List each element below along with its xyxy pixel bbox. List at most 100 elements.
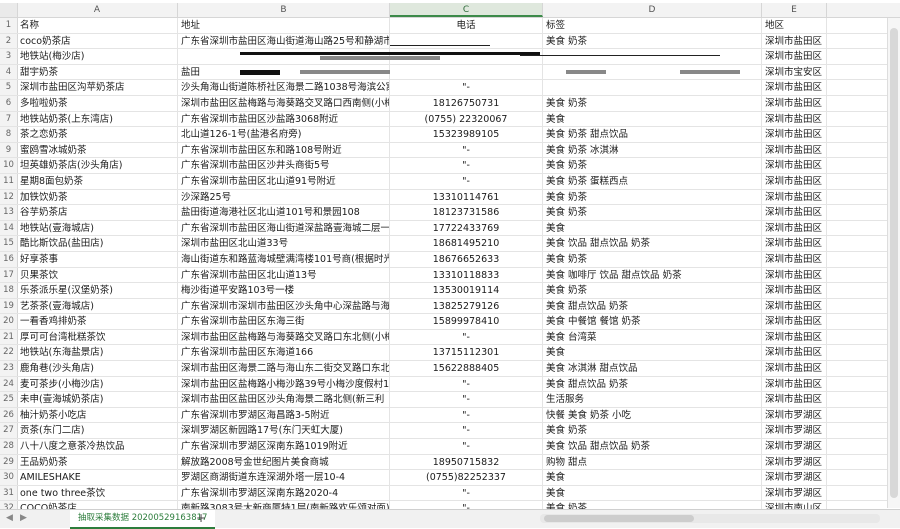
cell-phone[interactable]: 15323989105	[390, 127, 543, 142]
column-header-d[interactable]: D	[543, 3, 762, 17]
cell-name[interactable]: 麦可茶步(小梅沙店)	[17, 376, 178, 392]
cell-name[interactable]: 加铁饮奶茶	[17, 189, 178, 205]
cell-tags[interactable]	[543, 49, 762, 64]
cell-district[interactable]: 深圳市盐田区	[762, 298, 827, 314]
cell-name[interactable]: 深圳市盐田区沟苹奶茶店	[17, 80, 178, 95]
cell-tags[interactable]: 美食 奶茶	[543, 283, 762, 298]
cell-address[interactable]: 广东省深圳市罗湖区深南东路2020-4	[178, 485, 390, 501]
cell-tags[interactable]	[543, 80, 762, 95]
cell-district[interactable]: 地区	[762, 18, 827, 33]
cell-district[interactable]: 深圳市盐田区	[762, 158, 827, 173]
cell-address[interactable]: 广东省深圳市盐田区沙盐路3068附近	[178, 111, 390, 127]
cell-district[interactable]: 深圳市盐田区	[762, 95, 827, 111]
cell-district[interactable]: 深圳市盐田区	[762, 127, 827, 142]
cell-phone[interactable]: 15899978410	[390, 314, 543, 329]
cell-address[interactable]: 广东省深圳市盐田区北山道91号附近	[178, 173, 390, 189]
cell-address[interactable]: 海山街道东和路蓝海城壁满湾楼101号商(根据时光比	[178, 251, 390, 267]
row-number[interactable]: 29	[0, 454, 18, 470]
cell-address[interactable]: 深圳市盐田区盐田区沙头角海景二路北侧(新三利	[178, 392, 390, 407]
cell-name[interactable]: one two three茶饮	[17, 485, 178, 501]
cell-address[interactable]: 广东省深圳市深圳市盐田区沙头角中心深盐路与海山路	[178, 298, 390, 314]
cell-phone[interactable]: 15622888405	[390, 361, 543, 376]
cell-name[interactable]: 王品奶奶茶	[17, 454, 178, 470]
cell-name[interactable]: 乐茶派乐星(汉堡奶茶)	[17, 283, 178, 298]
cell-name[interactable]: 厚可可台湾枇糕茶饮	[17, 329, 178, 345]
cell-address[interactable]: 广东省深圳市盐田区东海道166	[178, 345, 390, 361]
cell-phone[interactable]: "-	[390, 485, 543, 501]
cell-name[interactable]: 一看香鸡排奶茶	[17, 314, 178, 329]
row-number[interactable]: 28	[0, 439, 18, 454]
cell-phone[interactable]: "-	[390, 423, 543, 439]
row-number[interactable]: 20	[0, 314, 18, 329]
cell-district[interactable]: 深圳市罗湖区	[762, 470, 827, 485]
row-number[interactable]: 5	[0, 80, 18, 95]
cell-address[interactable]: 深圳市盐田区盐梅路小梅沙路39号小梅沙度假村1	[178, 376, 390, 392]
cell-phone[interactable]: 13715112301	[390, 345, 543, 361]
row-number[interactable]: 7	[0, 111, 18, 127]
column-header-e[interactable]: E	[762, 3, 827, 17]
cell-phone[interactable]: "-	[390, 392, 543, 407]
cell-district[interactable]: 深圳市罗湖区	[762, 423, 827, 439]
cell-address[interactable]: 广东省深圳市罗湖区深南东路1019附近	[178, 439, 390, 454]
cell-district[interactable]: 深圳市盐田区	[762, 205, 827, 220]
cell-tags[interactable]: 快餐 美食 奶茶 小吃	[543, 407, 762, 423]
cell-name[interactable]: 地铁站(梅沙店)	[17, 49, 178, 64]
row-number[interactable]: 18	[0, 283, 18, 298]
cell-district[interactable]: 深圳市盐田区	[762, 376, 827, 392]
cell-district[interactable]: 深圳市盐田区	[762, 80, 827, 95]
row-number[interactable]: 14	[0, 220, 18, 236]
cell-tags[interactable]: 美食 奶茶 冰淇淋	[543, 142, 762, 158]
column-header-a[interactable]: A	[17, 3, 178, 17]
cell-phone[interactable]: 18950715832	[390, 454, 543, 470]
cell-district[interactable]: 深圳市盐田区	[762, 189, 827, 205]
cell-tags[interactable]: 美食	[543, 111, 762, 127]
row-number[interactable]: 19	[0, 298, 18, 314]
cell-district[interactable]: 深圳市罗湖区	[762, 407, 827, 423]
cell-district[interactable]: 深圳市宝安区	[762, 64, 827, 80]
cell-phone[interactable]: "-	[390, 407, 543, 423]
cell-name[interactable]: 名称	[17, 18, 178, 33]
cell-district[interactable]: 深圳市盐田区	[762, 267, 827, 283]
cell-name[interactable]: 地铁站奶茶(上东湾店)	[17, 111, 178, 127]
cell-name[interactable]: 星期8面包奶茶	[17, 173, 178, 189]
cell-name[interactable]: 贡茶(东门二店)	[17, 423, 178, 439]
cell-name[interactable]: 八十八度之意茶冷热饮品	[17, 439, 178, 454]
cell-phone[interactable]: 13310114761	[390, 189, 543, 205]
cell-tags[interactable]: 美食 中餐馆 餐馆 奶茶	[543, 314, 762, 329]
row-number[interactable]: 2	[0, 33, 18, 49]
cell-phone[interactable]: 17722433769	[390, 220, 543, 236]
cell-name[interactable]: 谷芋奶茶店	[17, 205, 178, 220]
cell-tags[interactable]: 购物 甜点	[543, 454, 762, 470]
cell-district[interactable]: 深圳市盐田区	[762, 283, 827, 298]
cell-tags[interactable]: 美食 奶茶	[543, 158, 762, 173]
cell-name[interactable]: coco奶茶店	[17, 33, 178, 49]
cell-address[interactable]: 广东省深圳市盐田区北山道13号	[178, 267, 390, 283]
cell-phone[interactable]: 18126750731	[390, 95, 543, 111]
cell-address[interactable]: 广东省深圳市盐田区东海三街	[178, 314, 390, 329]
add-sheet-icon[interactable]: +	[194, 510, 208, 527]
cell-district[interactable]: 深圳市罗湖区	[762, 439, 827, 454]
cell-name[interactable]: 鹿角巷(沙头角店)	[17, 361, 178, 376]
cell-tags[interactable]: 美食 饮品 甜点饮品 奶茶	[543, 236, 762, 251]
cell-phone[interactable]: "-	[390, 142, 543, 158]
row-number[interactable]: 31	[0, 485, 18, 501]
cell-address[interactable]: 广东省深圳市盐田区沙井头商街5号	[178, 158, 390, 173]
cell-tags[interactable]: 美食 奶茶	[543, 251, 762, 267]
cell-name[interactable]: 地铁站(壹海城店)	[17, 220, 178, 236]
next-sheet-icon[interactable]: ▶	[20, 510, 27, 527]
cell-tags[interactable]: 生活服务	[543, 392, 762, 407]
cell-phone[interactable]: (0755) 22320067	[390, 111, 543, 127]
cell-phone[interactable]: (0755)82252337	[390, 470, 543, 485]
select-all-corner[interactable]	[0, 3, 18, 17]
cell-name[interactable]: 酷比斯饮品(盐田店)	[17, 236, 178, 251]
cell-phone[interactable]: "-	[390, 158, 543, 173]
scrollbar-thumb[interactable]	[544, 515, 694, 522]
cell-phone[interactable]: 18676652633	[390, 251, 543, 267]
cell-tags[interactable]: 美食 冰淇淋 甜点饮品	[543, 361, 762, 376]
cell-name[interactable]: 茶之恋奶茶	[17, 127, 178, 142]
row-number[interactable]: 15	[0, 236, 18, 251]
cell-tags[interactable]: 美食	[543, 470, 762, 485]
cell-tags[interactable]: 标签	[543, 18, 762, 33]
row-number[interactable]: 17	[0, 267, 18, 283]
cell-tags[interactable]: 美食 奶茶	[543, 189, 762, 205]
